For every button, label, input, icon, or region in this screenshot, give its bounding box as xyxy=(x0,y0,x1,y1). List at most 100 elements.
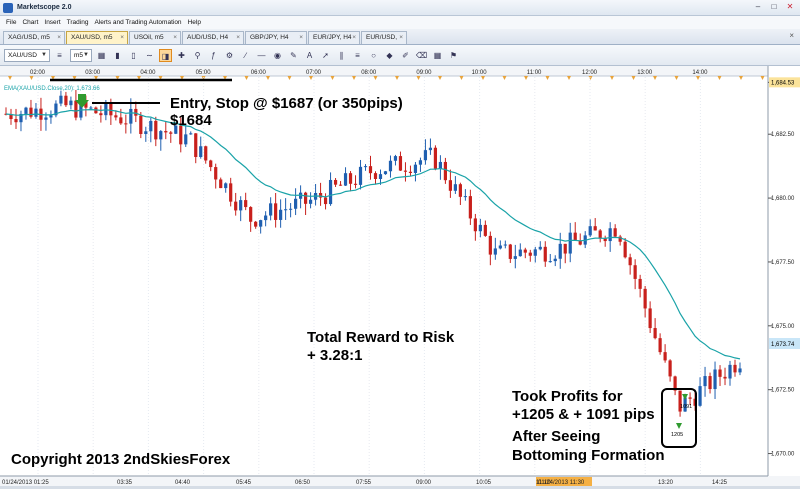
high-price-label: 1,684.53 xyxy=(771,80,795,86)
line-icon[interactable]: ∼ xyxy=(143,49,156,62)
candle-body xyxy=(214,167,218,180)
chart-type-icon[interactable]: ▦ xyxy=(95,49,108,62)
top-tick-label: 05:00 xyxy=(196,70,212,76)
flag-icon[interactable]: ⚑ xyxy=(447,49,460,62)
tab-xau-usd[interactable]: XAU/USD, m5 × xyxy=(66,31,128,44)
candle-body xyxy=(284,209,288,211)
candle-body xyxy=(134,108,138,116)
menu-chart[interactable]: Chart xyxy=(22,19,38,26)
candle-icon[interactable]: ▯ xyxy=(127,49,140,62)
candle-body xyxy=(478,224,482,232)
top-tick-label: 09:00 xyxy=(416,70,432,76)
candle-body xyxy=(308,199,313,204)
tab-close-icon[interactable]: × xyxy=(236,32,240,44)
trendline-icon[interactable]: ∕ xyxy=(239,49,252,62)
candle-body xyxy=(458,184,462,197)
candle-body xyxy=(473,218,477,232)
candle-body xyxy=(598,230,602,239)
candle-body xyxy=(638,278,642,289)
price-tick-label: 1,680.00 xyxy=(771,196,795,202)
bar-chart-icon[interactable]: ▮ xyxy=(111,49,124,62)
text-icon[interactable]: A xyxy=(303,49,316,62)
tab-xag-usd[interactable]: XAG/USD, m5 × xyxy=(3,31,65,44)
candle-body xyxy=(363,166,368,168)
menu-insert[interactable]: Insert xyxy=(44,19,60,26)
zoom-icon[interactable]: ⚲ xyxy=(191,49,204,62)
tab-eur-jpy[interactable]: EUR/JPY, H4 × xyxy=(308,31,360,44)
candle-body xyxy=(333,179,338,185)
tab-aud-usd[interactable]: AUD/USD, H4 × xyxy=(182,31,244,44)
crosshair-icon[interactable]: ✚ xyxy=(175,49,188,62)
shape-icon[interactable]: ○ xyxy=(367,49,380,62)
candle-body xyxy=(368,166,373,174)
top-tick-label: 13:00 xyxy=(637,70,653,76)
candle-body xyxy=(438,161,443,169)
close-chart-icon[interactable]: × xyxy=(789,31,794,40)
candle-body xyxy=(738,368,742,373)
candle-body xyxy=(358,166,363,185)
marker-icon[interactable]: ◆ xyxy=(383,49,396,62)
candle-body xyxy=(373,173,378,179)
channel-icon[interactable]: ∥ xyxy=(335,49,348,62)
menu-help[interactable]: Help xyxy=(188,19,201,26)
indicator-icon[interactable]: ƒ xyxy=(207,49,220,62)
tab-close-icon[interactable]: × xyxy=(57,32,61,44)
maximize-icon[interactable]: □ xyxy=(768,2,780,12)
eraser-icon[interactable]: ⌫ xyxy=(415,49,428,62)
tab-close-icon[interactable]: × xyxy=(299,32,303,44)
candle-body xyxy=(528,252,532,256)
menu-trading[interactable]: Trading xyxy=(67,19,89,26)
pen-icon[interactable]: ✎ xyxy=(287,49,300,62)
candle-body xyxy=(119,117,123,124)
candle-body xyxy=(563,243,567,254)
candle-body xyxy=(713,369,717,390)
arrow-icon[interactable]: ➚ xyxy=(319,49,332,62)
top-time-axis xyxy=(0,66,768,76)
fibo-icon[interactable]: ≡ xyxy=(351,49,364,62)
brush-icon[interactable]: ✐ xyxy=(399,49,412,62)
candle-body xyxy=(553,258,557,262)
timeframe-select[interactable]: m5 ▼ xyxy=(70,48,92,62)
tab-close-icon[interactable]: × xyxy=(399,32,403,44)
menu-file[interactable]: File xyxy=(6,19,16,26)
tab-close-icon[interactable]: × xyxy=(352,32,356,44)
candle-body xyxy=(573,232,577,241)
close-icon[interactable]: ✕ xyxy=(784,2,796,12)
grid-icon[interactable]: ▦ xyxy=(431,49,444,62)
candle-body xyxy=(608,228,612,242)
chart-area[interactable]: 02:00 03:00 04:00 05:00 06:00 07:00 08:00 09:00… xyxy=(0,66,800,489)
candle-body xyxy=(398,156,403,171)
bottom-tick-label: 05:45 xyxy=(236,480,252,486)
hline-icon[interactable]: — xyxy=(255,49,268,62)
settings-icon[interactable]: ⚙ xyxy=(223,49,236,62)
candle-body xyxy=(698,386,702,406)
cursor-icon[interactable]: ◨ xyxy=(159,48,172,62)
candle-body xyxy=(383,171,388,175)
candle-body xyxy=(44,117,48,120)
candle-body xyxy=(623,241,627,258)
globe-icon[interactable]: ◉ xyxy=(271,49,284,62)
menu-alerts[interactable]: Alerts and Trading Automation xyxy=(94,19,181,26)
candle-body xyxy=(249,207,253,222)
tab-close-icon[interactable]: × xyxy=(173,32,177,44)
candle-body xyxy=(658,338,662,353)
candle-body xyxy=(264,215,268,221)
bottom-tick-label: 14:25 xyxy=(712,480,728,486)
top-tick-label: 03:00 xyxy=(85,70,101,76)
tab-close-icon[interactable]: × xyxy=(120,32,124,44)
candle-body xyxy=(129,108,133,124)
tab-gbp-jpy[interactable]: GBP/JPY, H4 × xyxy=(245,31,307,44)
draw-icon[interactable]: ≡ xyxy=(53,49,66,62)
symbol-select[interactable]: XAU/USD ▼ xyxy=(4,48,50,62)
profit-text-3: After Seeing xyxy=(512,428,600,445)
price-chart[interactable]: 02:00 03:00 04:00 05:00 06:00 07:00 08:00 09:00… xyxy=(0,66,800,489)
top-tick-label: 11:00 xyxy=(527,70,542,76)
tab-usoil[interactable]: USOil, m5 × xyxy=(129,31,181,44)
tab-eur-usd[interactable]: EUR/USD, H4× xyxy=(361,31,407,53)
candle-body xyxy=(488,235,492,255)
copyright-text: Copyright 2013 2ndSkiesForex xyxy=(11,451,231,468)
candle-body xyxy=(418,160,423,165)
candle-body xyxy=(109,103,113,116)
candle-body xyxy=(244,200,248,208)
minimize-icon[interactable]: – xyxy=(752,2,764,12)
